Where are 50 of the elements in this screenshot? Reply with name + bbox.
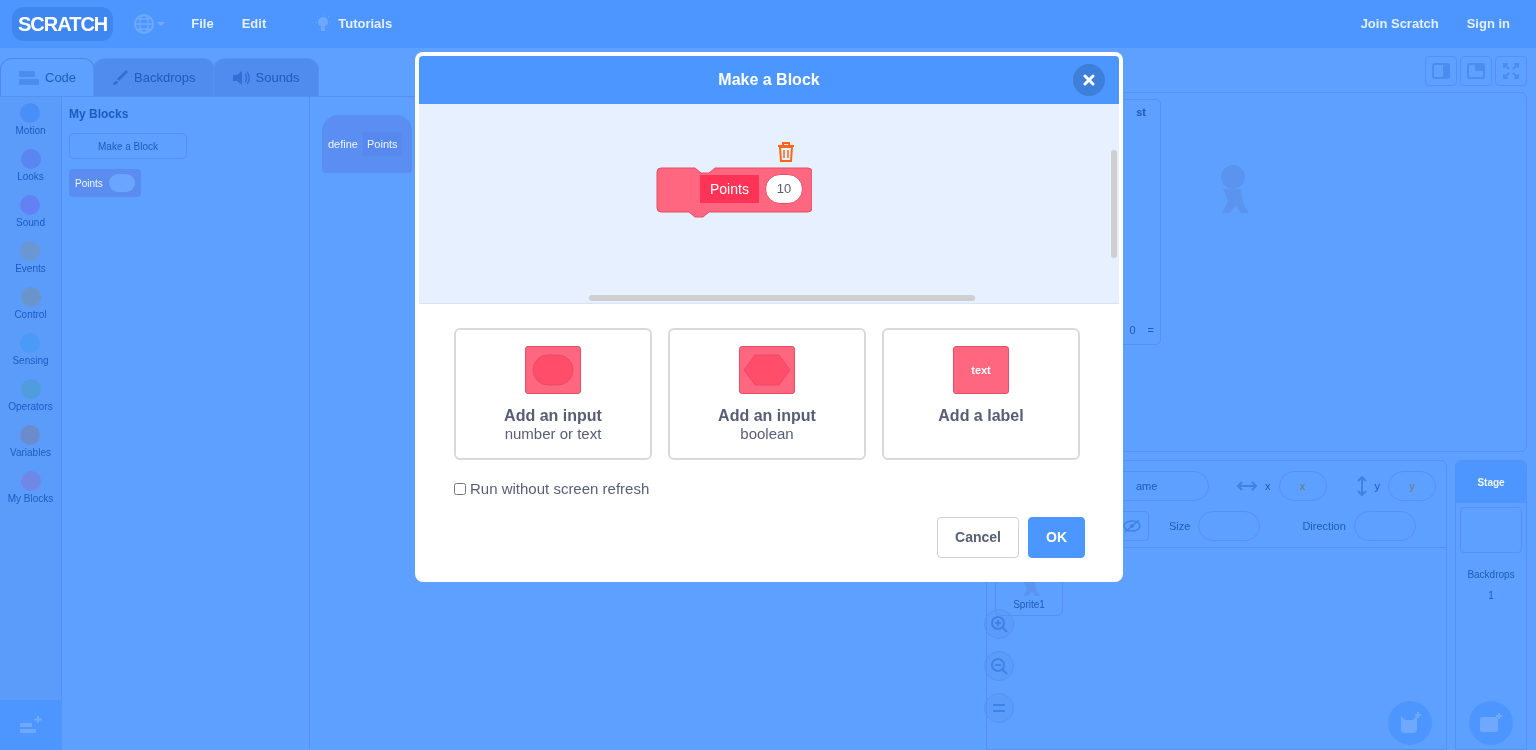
category-item[interactable]: Control: [14, 287, 47, 333]
list-length: 0: [1129, 322, 1136, 338]
y-label: y: [1374, 478, 1380, 494]
label-icon-text: text: [971, 362, 991, 378]
category-item[interactable]: Motion: [15, 103, 46, 149]
menu-item[interactable]: File: [177, 14, 228, 34]
custom-block[interactable]: Points 10: [656, 167, 812, 219]
cancel-button[interactable]: Cancel: [937, 516, 1019, 558]
option-title: Add an input: [718, 406, 816, 426]
category-item[interactable]: My Blocks: [7, 471, 54, 517]
account-link[interactable]: Sign in: [1452, 14, 1524, 34]
sprite-name: Sprite1: [1013, 598, 1045, 612]
add-option-card[interactable]: text Add a label: [882, 328, 1080, 460]
scratch-logo[interactable]: SCRATCH: [12, 7, 114, 41]
resize-handle[interactable]: =: [1147, 321, 1154, 338]
size-label: Size: [1169, 518, 1191, 534]
backdrops-label: Backdrops: [1467, 568, 1515, 582]
checkbox-label: Run without screen refresh: [470, 479, 650, 499]
menu-item[interactable]: Edit: [227, 14, 281, 34]
menu-item[interactable]: Tutorials: [300, 14, 407, 34]
category-item[interactable]: Variables: [10, 425, 51, 471]
palette-heading: My Blocks: [69, 106, 129, 123]
add-option-card[interactable]: Add an input number or text: [454, 328, 652, 460]
add-option-card[interactable]: Add an input boolean: [668, 328, 866, 460]
y-field[interactable]: y: [1388, 471, 1436, 501]
category-item[interactable]: Events: [15, 241, 46, 287]
backdrops-count: 1: [1488, 589, 1494, 603]
x-field[interactable]: x: [1278, 471, 1327, 501]
editor-tab[interactable]: Code: [0, 58, 96, 96]
dialog-title: Make a Block: [718, 70, 820, 90]
category-item[interactable]: Looks: [17, 149, 44, 195]
custom-block[interactable]: Points: [69, 169, 141, 197]
category-item[interactable]: Sound: [16, 195, 45, 241]
stage-pane-header: Stage: [1456, 461, 1526, 503]
ok-button[interactable]: OK: [1028, 516, 1085, 558]
x-label: x: [1265, 478, 1271, 494]
define-keyword: define: [328, 136, 358, 152]
option-title: Add a label: [938, 406, 1024, 426]
make-block-button[interactable]: Make a Block: [69, 133, 187, 159]
direction-label: Direction: [1302, 518, 1346, 534]
list-title: st: [1135, 105, 1147, 120]
account-link[interactable]: Join Scratch: [1346, 14, 1453, 34]
define-block-label: Points: [363, 131, 402, 157]
option-subtitle: number or text: [504, 425, 602, 444]
stage-selector[interactable]: Stage Backdrops 1: [1455, 460, 1527, 750]
block-label-field[interactable]: Points: [700, 175, 759, 203]
option-title: Add an input: [504, 406, 602, 426]
category-item[interactable]: Operators: [8, 379, 53, 425]
category-item[interactable]: Sensing: [12, 333, 49, 379]
option-subtitle: boolean: [740, 425, 794, 444]
